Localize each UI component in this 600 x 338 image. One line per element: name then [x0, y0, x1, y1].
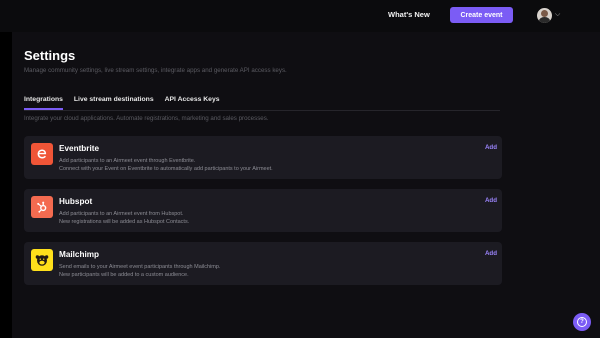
integration-name: Mailchimp — [59, 250, 100, 259]
integration-description: Add participants to an Airmeet event fro… — [59, 210, 189, 226]
tab-live-stream-destinations[interactable]: Live stream destinations — [74, 96, 154, 110]
tab-api-access-keys[interactable]: API Access Keys — [165, 96, 220, 110]
eventbrite-e-glyph — [37, 149, 47, 159]
integration-description-line: Add participants to an Airmeet event thr… — [59, 158, 196, 164]
integration-name: Eventbrite — [59, 144, 100, 153]
hubspot-sprocket-glyph — [37, 201, 47, 213]
tabs-divider — [24, 110, 500, 111]
help-button[interactable]: ? — [573, 313, 591, 331]
integration-description-line: Send emails to your Airmeet event partic… — [59, 264, 221, 270]
avatar-head — [541, 10, 548, 17]
integration-card-hubspot: Hubspot Add participants to an Airmeet e… — [24, 189, 502, 232]
avatar[interactable] — [537, 8, 552, 23]
settings-panel: Settings Manage community settings, live… — [12, 32, 600, 338]
hubspot-logo-icon — [31, 196, 53, 218]
avatar-body — [539, 17, 550, 23]
top-bar: What's New Create event ⌵ — [0, 0, 600, 32]
integration-name: Hubspot — [59, 197, 93, 206]
page-title: Settings — [24, 48, 76, 63]
integration-card-mailchimp: Mailchimp Send emails to your Airmeet ev… — [24, 242, 502, 285]
mailchimp-logo-icon — [31, 249, 53, 271]
add-hubspot-button[interactable]: Add — [485, 197, 497, 204]
add-eventbrite-button[interactable]: Add — [485, 144, 497, 151]
integration-description-line: New participants will be added to a cust… — [59, 272, 189, 278]
help-icon: ? — [577, 317, 587, 327]
integration-description-line: Connect with your Event on Eventbrite to… — [59, 166, 273, 172]
create-event-button[interactable]: Create event — [450, 7, 513, 23]
chevron-down-icon[interactable]: ⌵ — [555, 11, 560, 19]
mailchimp-freddie-glyph — [35, 255, 49, 266]
integrations-description: Integrate your cloud applications. Autom… — [24, 115, 269, 122]
eventbrite-logo-icon — [31, 143, 53, 165]
integration-description-line: New registrations will be added as Hubsp… — [59, 219, 190, 225]
tab-integrations[interactable]: Integrations — [24, 96, 63, 110]
integration-description: Send emails to your Airmeet event partic… — [59, 263, 220, 279]
integration-description: Add participants to an Airmeet event thr… — [59, 157, 273, 173]
page-subtitle: Manage community settings, live stream s… — [24, 67, 287, 74]
integration-description-line: Add participants to an Airmeet event fro… — [59, 211, 184, 217]
whats-new-link[interactable]: What's New — [388, 10, 430, 19]
add-mailchimp-button[interactable]: Add — [485, 250, 497, 257]
integration-card-eventbrite: Eventbrite Add participants to an Airmee… — [24, 136, 502, 179]
settings-tabs: Integrations Live stream destinations AP… — [24, 96, 220, 110]
